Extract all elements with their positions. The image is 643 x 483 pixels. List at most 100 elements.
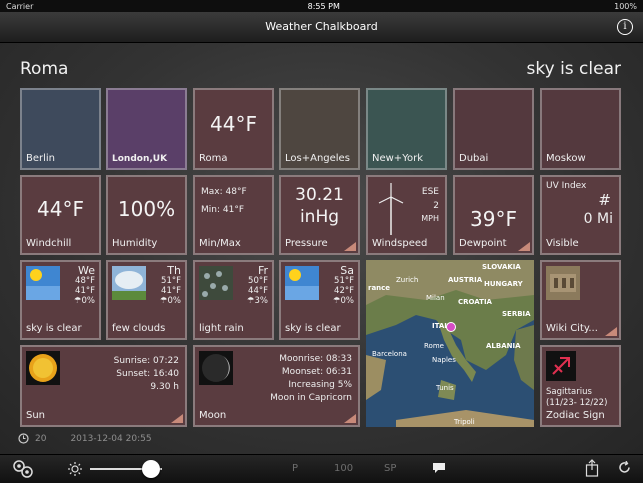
toolbar-100-button[interactable]: 100 bbox=[334, 463, 353, 474]
map-label-hungary: HUNGARY bbox=[484, 280, 523, 288]
city-tile-moskow[interactable]: Moskow bbox=[540, 88, 621, 170]
map-label-zurich: Zurich bbox=[396, 276, 419, 284]
min-temp: Min: 41°F bbox=[201, 205, 244, 215]
dewpoint-value: 39°F bbox=[470, 207, 517, 231]
bottom-toolbar: P 100 SP bbox=[0, 454, 643, 483]
pressure-unit: inHg bbox=[299, 207, 340, 227]
city-tile-los-angeles[interactable]: Los+Angeles bbox=[279, 88, 360, 170]
wiki-city-label: Wiki City... bbox=[546, 323, 598, 334]
slider-thumb[interactable] bbox=[142, 460, 161, 478]
pressure-tile[interactable]: 30.21 inHg Pressure bbox=[279, 175, 360, 255]
page-curl-icon[interactable] bbox=[344, 242, 356, 251]
zodiac-tile[interactable]: Sagittarius (11/23- 12/22) Zodiac Sign bbox=[540, 345, 621, 427]
city-tile-berlin[interactable]: Berlin bbox=[20, 88, 101, 170]
map-label-serbia: SERBIA bbox=[502, 310, 531, 318]
sagittarius-icon bbox=[546, 351, 576, 381]
satellite-map[interactable]: SLOVAKIA AUSTRIA HUNGARY Zurich Milan CR… bbox=[366, 260, 534, 427]
brightness-slider[interactable] bbox=[90, 460, 162, 478]
rain-icon bbox=[199, 266, 233, 300]
map-pin[interactable] bbox=[446, 322, 456, 332]
info-icon[interactable]: i bbox=[617, 19, 633, 35]
dewpoint-tile[interactable]: 39°F Dewpoint bbox=[453, 175, 534, 255]
forecast-tile-we[interactable]: We 48°F 41°F ☂0% sky is clear bbox=[20, 260, 101, 340]
settings-gears-icon[interactable] bbox=[12, 459, 34, 479]
forecast-day: Sa bbox=[340, 264, 354, 277]
windchill-label: Windchill bbox=[26, 238, 72, 249]
moon-icon bbox=[199, 351, 233, 385]
map-label-naples: Naples bbox=[432, 356, 456, 364]
uv-index-tile[interactable]: UV Index # 0 Mi Visible bbox=[540, 175, 621, 255]
uv-index-title: UV Index bbox=[546, 181, 587, 191]
navigation-bar: Weather Chalkboard i bbox=[0, 12, 643, 43]
map-label-tripoli: Tripoli bbox=[454, 418, 475, 426]
update-datetime: 2013-12-04 20:55 bbox=[70, 433, 152, 444]
city-tile-london[interactable]: London,UK bbox=[106, 88, 187, 170]
page-curl-icon[interactable] bbox=[518, 242, 530, 251]
city-tile-dubai[interactable]: Dubai bbox=[453, 88, 534, 170]
sun-tile[interactable]: Sunrise: 07:22 Sunset: 16:40 9.30 h Sun bbox=[20, 345, 187, 427]
forecast-desc: few clouds bbox=[112, 323, 166, 334]
humidity-tile[interactable]: 100% Humidity bbox=[106, 175, 187, 255]
minmax-tile[interactable]: Max: 48°F Min: 41°F Min/Max bbox=[193, 175, 274, 255]
forecast-rain: ☂0% bbox=[159, 296, 181, 306]
city-temp: 44°F bbox=[210, 112, 257, 136]
map-label-tunis: Tunis bbox=[436, 384, 454, 392]
chat-bubble-icon[interactable] bbox=[432, 461, 446, 475]
map-label-slovakia: SLOVAKIA bbox=[482, 263, 521, 271]
pressure-label: Pressure bbox=[285, 238, 328, 249]
wind-unit: MPH bbox=[421, 214, 439, 223]
page-curl-icon[interactable] bbox=[344, 414, 356, 423]
zodiac-label: Zodiac Sign bbox=[546, 410, 605, 421]
map-label-barcelona: Barcelona bbox=[372, 350, 407, 358]
forecast-tile-sa[interactable]: Sa 51°F 42°F ☂0% sky is clear bbox=[279, 260, 360, 340]
toolbar-p-button[interactable]: P bbox=[292, 463, 298, 474]
page-curl-icon[interactable] bbox=[171, 414, 183, 423]
windchill-tile[interactable]: 44°F Windchill bbox=[20, 175, 101, 255]
moon-tile[interactable]: Moonrise: 08:33 Moonset: 06:31 Increasin… bbox=[193, 345, 360, 427]
sunset-time: Sunset: 16:40 bbox=[116, 369, 179, 379]
current-condition: sky is clear bbox=[526, 59, 621, 79]
forecast-low: 41°F bbox=[161, 286, 181, 296]
clock-icon[interactable] bbox=[18, 433, 29, 444]
forecast-low: 44°F bbox=[248, 286, 268, 296]
share-icon[interactable] bbox=[585, 459, 599, 477]
minmax-label: Min/Max bbox=[199, 238, 241, 249]
wind-turbine-icon bbox=[378, 183, 404, 235]
forecast-high: 48°F bbox=[75, 276, 95, 286]
forecast-high: 51°F bbox=[334, 276, 354, 286]
wind-direction: ESE bbox=[421, 187, 439, 197]
city-label: Dubai bbox=[459, 153, 489, 164]
sun-icon bbox=[26, 266, 60, 300]
map-label-milan: Milan bbox=[426, 294, 445, 302]
map-label-austria: AUSTRIA bbox=[448, 276, 483, 284]
sun-label: Sun bbox=[26, 410, 46, 421]
forecast-day: Fr bbox=[257, 264, 268, 277]
current-city: Roma bbox=[20, 59, 69, 79]
windspeed-tile[interactable]: ESE 2 MPH Windspeed bbox=[366, 175, 447, 255]
moon-sign: Moon in Capricorn bbox=[270, 393, 352, 403]
wiki-city-tile[interactable]: Wiki City... bbox=[540, 260, 621, 340]
visible-label: Visible bbox=[546, 238, 579, 249]
map-label-france: rance bbox=[368, 284, 391, 292]
city-photo bbox=[546, 266, 580, 300]
update-number: 20 bbox=[35, 433, 47, 444]
refresh-icon[interactable] bbox=[618, 461, 631, 474]
city-tile-new-york[interactable]: New+York bbox=[366, 88, 447, 170]
toolbar-sp-button[interactable]: SP bbox=[384, 463, 396, 474]
map-label-albania: ALBANIA bbox=[486, 342, 521, 350]
city-label: Los+Angeles bbox=[285, 153, 350, 164]
forecast-desc: sky is clear bbox=[26, 323, 82, 334]
day-length: 9.30 h bbox=[150, 382, 179, 392]
last-update: 20 2013-12-04 20:55 bbox=[18, 433, 152, 444]
windchill-value: 44°F bbox=[37, 197, 84, 221]
moon-label: Moon bbox=[199, 410, 227, 421]
forecast-high: 51°F bbox=[161, 276, 181, 286]
zodiac-name: Sagittarius bbox=[546, 387, 592, 397]
forecast-tile-fr[interactable]: Fr 50°F 44°F ☂3% light rain bbox=[193, 260, 274, 340]
city-label: Moskow bbox=[546, 153, 586, 164]
forecast-tile-th[interactable]: Th 51°F 41°F ☂0% few clouds bbox=[106, 260, 187, 340]
city-tile-roma[interactable]: 44°F Roma bbox=[193, 88, 274, 170]
clouds-icon bbox=[112, 266, 146, 300]
page-curl-icon[interactable] bbox=[605, 327, 617, 336]
forecast-low: 41°F bbox=[75, 286, 95, 296]
